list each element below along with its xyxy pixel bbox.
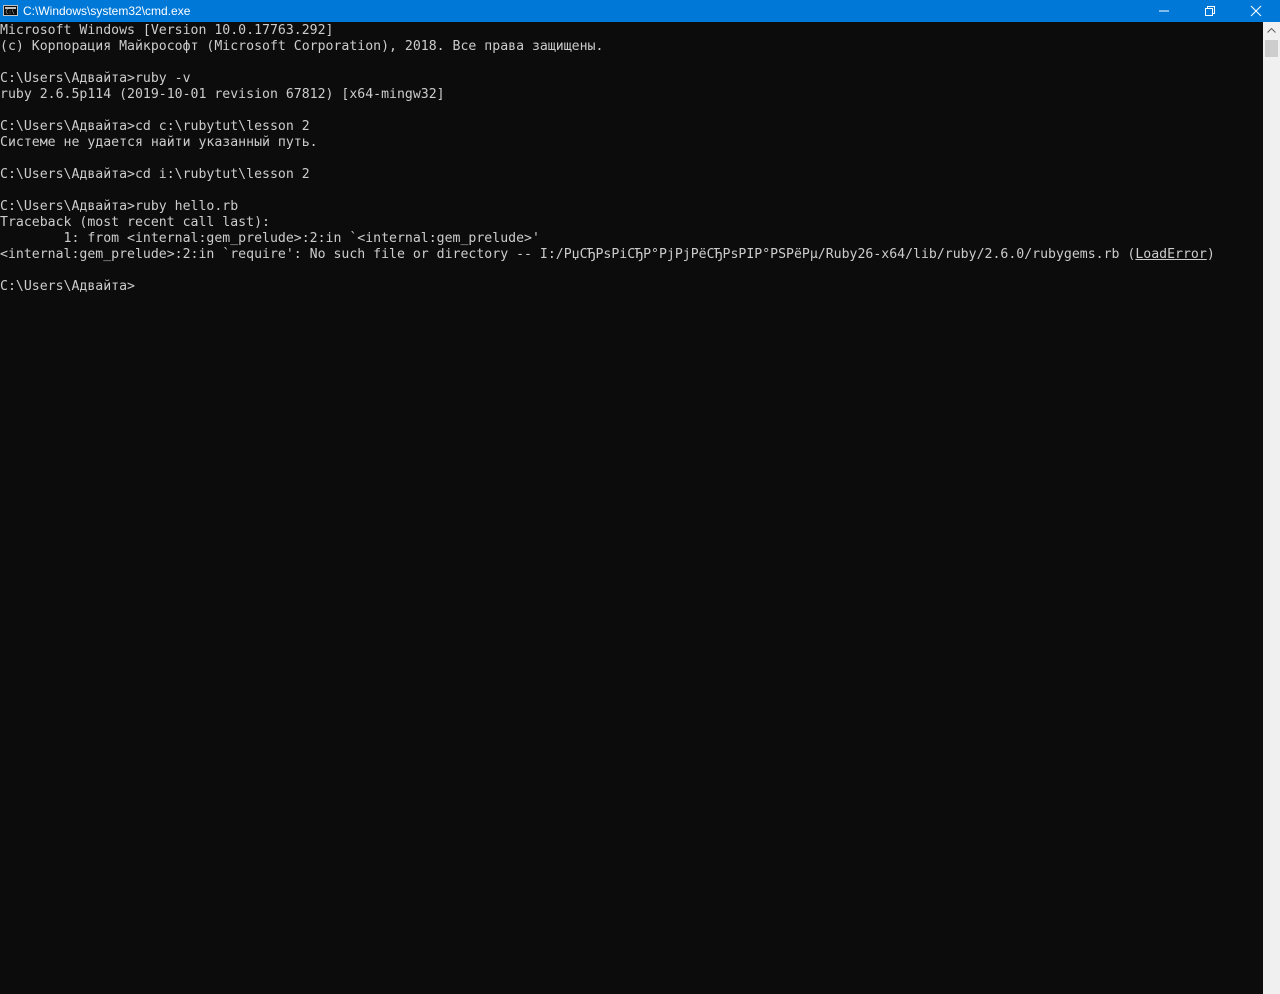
console-line-text: C:\Users\Адвайта>ruby -v (0, 71, 191, 86)
console-line: (c) Корпорация Майкрософт (Microsoft Cor… (0, 39, 1263, 55)
console-line-text: Traceback (most recent call last): (0, 215, 270, 230)
console-line: <internal:gem_prelude>:2:in `require': N… (0, 247, 1263, 263)
minimize-icon (1159, 10, 1169, 12)
console-line: C:\Users\Адвайта> (0, 279, 1263, 295)
console-line-text: ruby 2.6.5p114 (2019-10-01 revision 6781… (0, 87, 445, 102)
restore-button[interactable] (1187, 0, 1233, 22)
console-line: 1: from <internal:gem_prelude>:2:in `<in… (0, 231, 1263, 247)
error-class-name: LoadError (1135, 247, 1207, 262)
console-line-text: 1: from <internal:gem_prelude>:2:in `<in… (0, 231, 540, 246)
svg-text:C:\: C:\ (6, 10, 15, 15)
console-line: C:\Users\Адвайта>cd c:\rubytut\lesson 2 (0, 119, 1263, 135)
console-line: Microsoft Windows [Version 10.0.17763.29… (0, 23, 1263, 39)
scroll-thumb[interactable] (1265, 40, 1278, 57)
console-line-text: Microsoft Windows [Version 10.0.17763.29… (0, 23, 334, 38)
chevron-up-icon (1267, 28, 1276, 33)
close-icon (1250, 5, 1262, 17)
window-title: C:\Windows\system32\cmd.exe (23, 4, 191, 18)
console-line: Traceback (most recent call last): (0, 215, 1263, 231)
restore-icon (1205, 6, 1215, 16)
console-output[interactable]: Microsoft Windows [Version 10.0.17763.29… (0, 23, 1263, 994)
console-line-text: C:\Users\Адвайта> (0, 279, 135, 294)
console-line-text: C:\Users\Адвайта>cd c:\rubytut\lesson 2 (0, 119, 310, 134)
close-button[interactable] (1233, 0, 1279, 22)
console-line-text: Системе не удается найти указанный путь. (0, 135, 318, 150)
vertical-scrollbar[interactable] (1263, 22, 1280, 994)
console-line: C:\Users\Адвайта>ruby hello.rb (0, 199, 1263, 215)
title-bar[interactable]: C:\ C:\Windows\system32\cmd.exe (0, 0, 1280, 22)
cmd-window: C:\ C:\Windows\system32\cmd.exe Microsof… (0, 0, 1280, 994)
console-line-suffix: ) (1206, 247, 1215, 262)
console-line: C:\Users\Адвайта>ruby -v (0, 71, 1263, 87)
console-line: Системе не удается найти указанный путь. (0, 135, 1263, 151)
console-app-icon[interactable]: C:\ (3, 5, 18, 16)
console-line-text: C:\Users\Адвайта>cd i:\rubytut\lesson 2 (0, 167, 310, 182)
console-line-text: C:\Users\Адвайта>ruby hello.rb (0, 199, 239, 214)
console-line-text: (c) Корпорация Майкрософт (Microsoft Cor… (0, 39, 604, 54)
scroll-up-button[interactable] (1263, 22, 1280, 39)
minimize-button[interactable] (1141, 0, 1187, 22)
console-line-text: <internal:gem_prelude>:2:in `require': N… (0, 247, 1136, 262)
console-line: ruby 2.6.5p114 (2019-10-01 revision 6781… (0, 87, 1263, 103)
console-line: C:\Users\Адвайта>cd i:\rubytut\lesson 2 (0, 167, 1263, 183)
